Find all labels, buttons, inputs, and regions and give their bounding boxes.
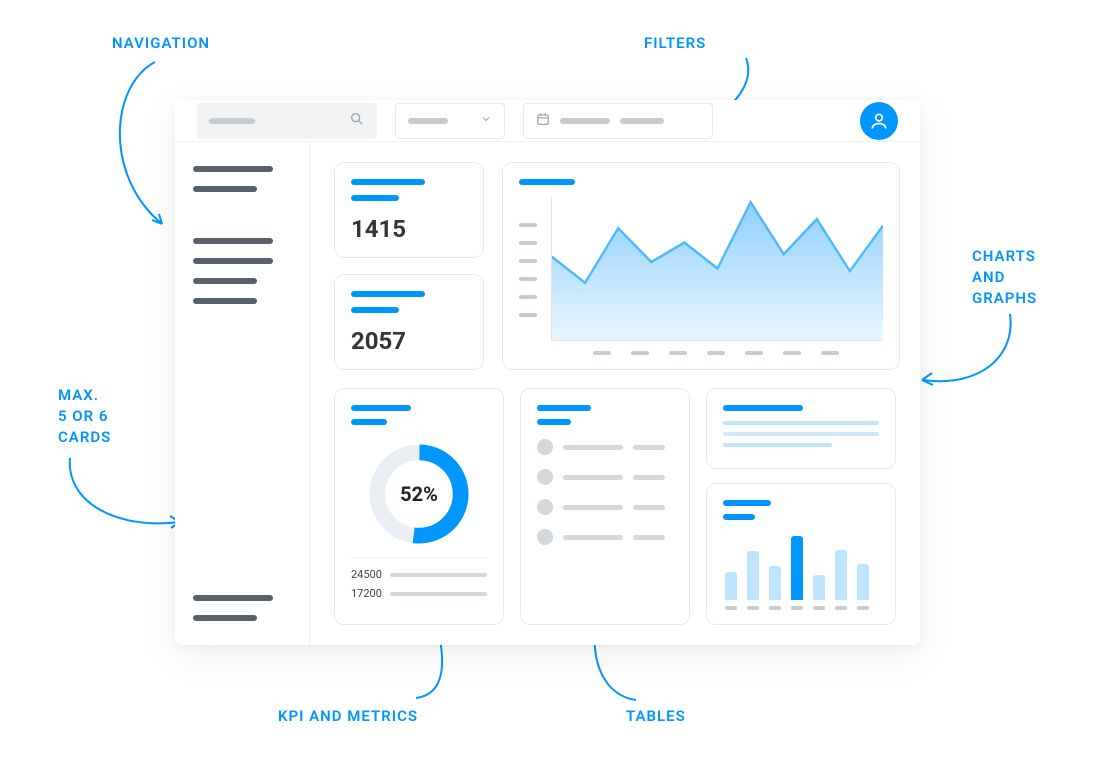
table-row[interactable]: [537, 499, 673, 515]
table-row[interactable]: [537, 469, 673, 485]
avatar-icon: [537, 499, 553, 515]
arrow-max-cards: [62, 452, 192, 542]
user-avatar[interactable]: [860, 102, 898, 140]
annotation-navigation: NAVIGATION: [112, 33, 210, 53]
nav-item[interactable]: [193, 166, 273, 172]
kpi-value-1: 1415: [351, 215, 467, 243]
card-title: [351, 291, 425, 297]
card-subtitle: [351, 419, 387, 425]
date-range-picker[interactable]: [523, 103, 713, 139]
donut-card: 52% 24500 17200: [334, 388, 504, 625]
annotation-charts-l3: GRAPHS: [972, 289, 1037, 307]
search-input[interactable]: [197, 103, 377, 139]
chevron-down-icon: [480, 113, 492, 128]
donut-chart: 52%: [364, 439, 474, 549]
annotation-kpi: KPI AND METRICS: [278, 706, 418, 726]
card-subtitle: [723, 514, 755, 520]
avatar-icon: [537, 469, 553, 485]
annotation-charts-l1: CHARTS: [972, 247, 1036, 265]
annotation-max-cards-l2: 5 OR 6: [58, 407, 108, 425]
dashboard-window: 1415 2057: [175, 100, 920, 645]
nav-item[interactable]: [193, 238, 273, 244]
card-title: [351, 179, 425, 185]
chart-y-ticks: [519, 197, 537, 341]
nav-item[interactable]: [193, 258, 273, 264]
bar-x-ticks: [723, 600, 879, 610]
area-chart: [552, 197, 883, 340]
table-rows: [537, 439, 673, 545]
kpi-value-2: 2057: [351, 327, 467, 355]
donut-center-label: 52%: [364, 439, 474, 549]
bar-chart-card: [706, 483, 896, 625]
filter-select[interactable]: [395, 103, 505, 139]
annotation-max-cards-l3: CARDS: [58, 428, 111, 446]
card-title: [519, 179, 575, 185]
calendar-icon: [536, 111, 550, 130]
card-subtitle: [351, 307, 399, 313]
donut-legend: 24500 17200: [351, 557, 487, 600]
nav-group-middle: [193, 238, 291, 304]
filter-placeholder: [408, 118, 448, 124]
card-title: [537, 405, 591, 411]
nav-group-bottom: [193, 595, 291, 621]
line-chart-card: [502, 162, 900, 370]
annotation-charts: CHARTS AND GRAPHS: [972, 246, 1037, 309]
nav-group-top: [193, 166, 291, 192]
date-placeholder: [560, 118, 610, 124]
nav-item[interactable]: [193, 298, 257, 304]
sidebar-nav: [175, 142, 310, 645]
table-row[interactable]: [537, 529, 673, 545]
table-card: [520, 388, 690, 625]
legend-row: 24500: [351, 568, 487, 581]
date-placeholder-2: [620, 118, 664, 124]
annotation-charts-l2: AND: [972, 268, 1005, 286]
table-row[interactable]: [537, 439, 673, 455]
annotation-tables: TABLES: [626, 706, 686, 726]
bar-chart: [723, 530, 879, 600]
card-subtitle: [537, 419, 571, 425]
user-icon: [869, 111, 889, 131]
search-icon: [349, 111, 365, 131]
avatar-icon: [537, 439, 553, 455]
annotation-max-cards: MAX. 5 OR 6 CARDS: [58, 385, 111, 448]
legend-row: 17200: [351, 587, 487, 600]
search-placeholder: [209, 118, 255, 124]
arrow-charts: [910, 306, 1020, 406]
chart-x-ticks: [519, 341, 883, 355]
legend-value: 17200: [351, 587, 382, 600]
chart-plot-area: [551, 197, 883, 341]
nav-item[interactable]: [193, 615, 257, 621]
kpi-card-2: 2057: [334, 274, 484, 370]
card-title: [723, 405, 803, 411]
nav-item[interactable]: [193, 186, 257, 192]
legend-value: 24500: [351, 568, 382, 581]
annotation-filters: FILTERS: [644, 33, 706, 53]
dashboard-content: 1415 2057: [310, 142, 920, 645]
annotation-max-cards-l1: MAX.: [58, 386, 99, 404]
card-title: [351, 405, 411, 411]
dashboard-body: 1415 2057: [175, 141, 920, 645]
dashboard-header: [175, 100, 920, 141]
card-title: [723, 500, 771, 506]
nav-item[interactable]: [193, 278, 257, 284]
avatar-icon: [537, 529, 553, 545]
nav-item[interactable]: [193, 595, 273, 601]
kpi-card-1: 1415: [334, 162, 484, 258]
text-card: [706, 388, 896, 469]
card-subtitle: [351, 195, 399, 201]
kpi-column: 1415 2057: [334, 162, 484, 370]
